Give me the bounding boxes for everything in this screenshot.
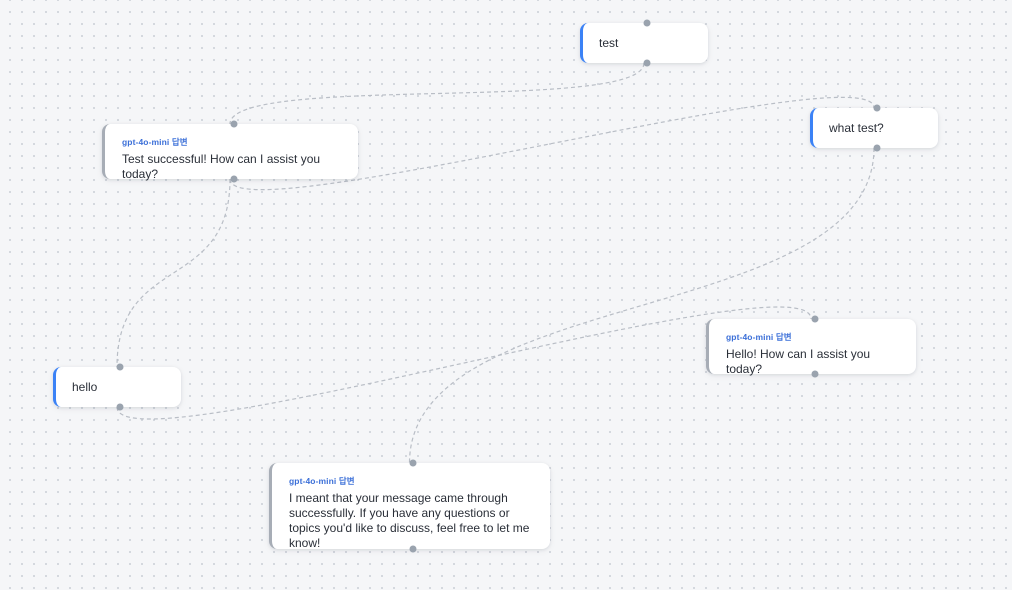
- node-text: hello: [72, 379, 98, 394]
- node-input-handle[interactable]: [811, 315, 819, 323]
- model-label: gpt-4o-mini 답변: [122, 137, 188, 147]
- node-output-handle[interactable]: [116, 403, 124, 411]
- node-output-handle[interactable]: [811, 370, 819, 378]
- edge-connector: [408, 147, 875, 464]
- node-text: what test?: [829, 120, 884, 135]
- node-input-handle[interactable]: [116, 363, 124, 371]
- assistant-message-node[interactable]: gpt-4o-mini 답변 I meant that your message…: [269, 459, 550, 553]
- node-input-handle[interactable]: [230, 120, 238, 128]
- assistant-message-node[interactable]: gpt-4o-mini 답변 Hello! How can I assist y…: [706, 315, 916, 378]
- node-output-handle[interactable]: [643, 59, 651, 67]
- node-input-handle[interactable]: [643, 19, 651, 27]
- assistant-message-node[interactable]: gpt-4o-mini 답변 Test successful! How can …: [102, 120, 358, 183]
- node-text: test: [599, 35, 619, 50]
- node-input-handle[interactable]: [873, 104, 881, 112]
- node-input-handle[interactable]: [409, 459, 417, 467]
- model-label: gpt-4o-mini 답변: [726, 332, 792, 342]
- node-output-handle[interactable]: [409, 545, 417, 553]
- user-message-node[interactable]: what test?: [810, 104, 938, 152]
- flow-canvas[interactable]: test gpt-4o-mini 답변 Test successful! How…: [0, 0, 1012, 590]
- node-text: I meant that your message came through s…: [289, 491, 530, 550]
- edge-connector: [116, 178, 231, 368]
- user-message-node[interactable]: test: [580, 19, 708, 67]
- user-message-node[interactable]: hello: [53, 363, 181, 411]
- model-label: gpt-4o-mini 답변: [289, 476, 355, 486]
- edge-connector: [229, 62, 645, 125]
- node-output-handle[interactable]: [873, 144, 881, 152]
- node-output-handle[interactable]: [230, 175, 238, 183]
